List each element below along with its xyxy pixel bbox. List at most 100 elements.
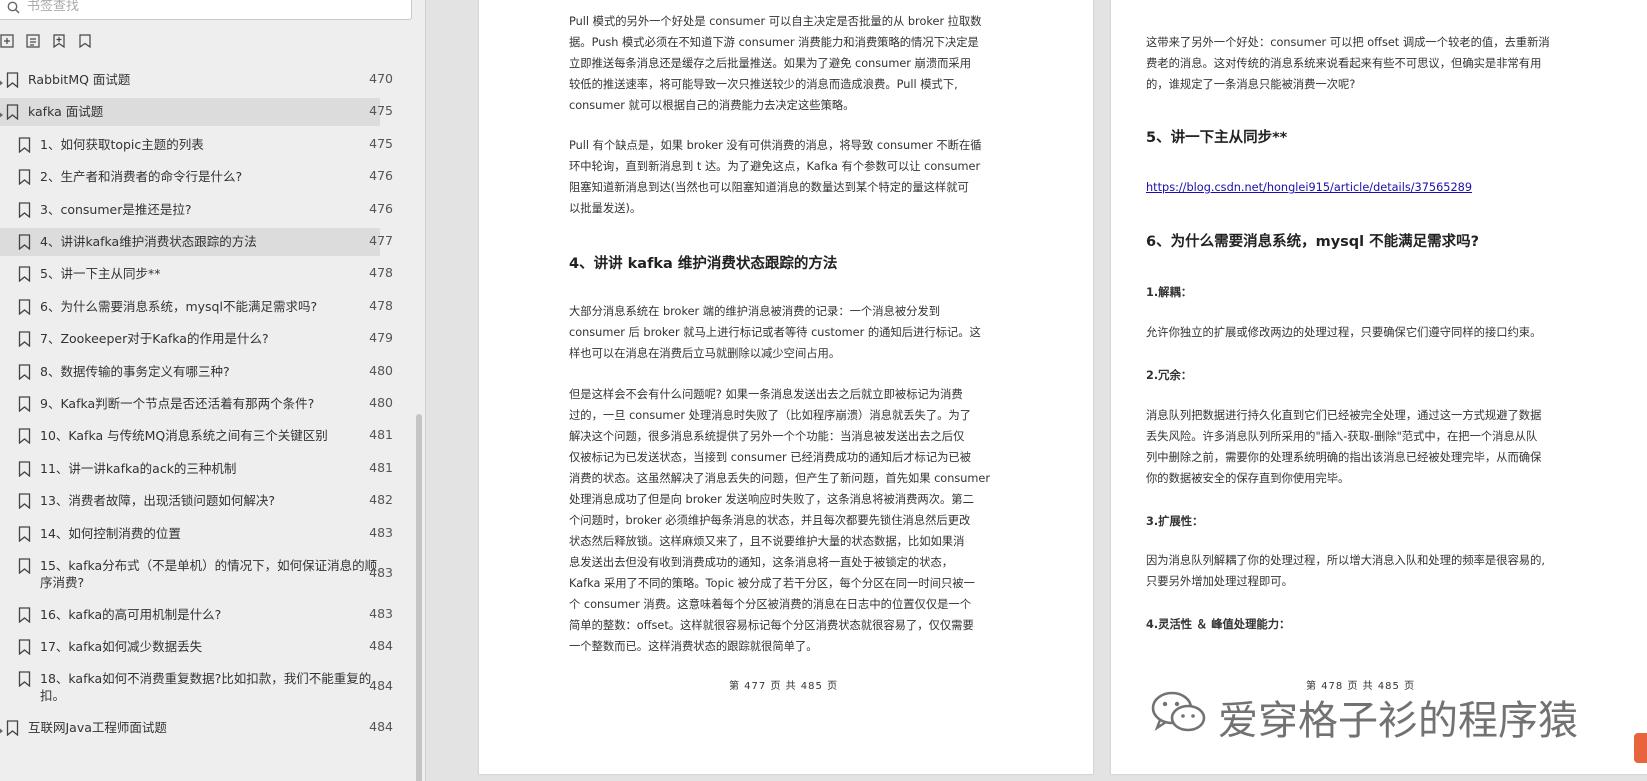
text-line: 处理消息成功了但是向 broker 发送响应时失败了，这条消息将被消费两次。第二 — [569, 493, 974, 506]
bookmark-group[interactable]: kafka 面试题 475 — [0, 98, 393, 126]
text-line: 但是这样会不会有什么问题呢? 如果一条消息发送出去之后就立即被标记为消费 — [569, 388, 963, 401]
collapse-all-icon[interactable] — [22, 30, 44, 52]
bookmark-label-continued: 序消费? — [40, 575, 85, 590]
bookmark-icon — [18, 234, 31, 253]
bookmark-item[interactable]: 16、kafka的高可用机制是什么? 483 — [0, 601, 400, 629]
bookmark-item[interactable]: 11、讲一讲kafka的ack的三种机制 481 — [0, 455, 400, 483]
bookmark-page-number: 476 — [369, 168, 393, 183]
bookmark-icon — [18, 331, 31, 350]
bookmark-item[interactable]: 14、如何控制消费的位置 483 — [0, 520, 400, 548]
bookmark-label-continued: 扣。 — [40, 688, 66, 703]
bookmark-label: 7、Zookeeper对于Kafka的作用是什么? — [40, 331, 269, 346]
bookmark-label: 10、Kafka 与传统MQ消息系统之间有三个关键区别 — [40, 428, 328, 443]
bookmark-label: 1、如何获取topic主题的列表 — [40, 137, 204, 152]
bookmark-page-number: 479 — [369, 330, 393, 345]
text-line: 允许你独立的扩展或修改两边的处理过程，只要确保它们遵守同样的接口约束。 — [1146, 326, 1542, 339]
text-line: 个问题时，broker 必须维护每条消息的状态，并且每次都要先锁住消息然后更改 — [569, 514, 971, 527]
bookmark-label: 17、kafka如何减少数据丢失 — [40, 639, 203, 654]
bookmark-item[interactable]: 2、生产者和消费者的命令行是什么? 476 — [0, 163, 400, 191]
bookmark-label: 13、消费者故障，出现活锁问题如何解决? — [40, 493, 276, 508]
bookmark-icon[interactable] — [74, 30, 96, 52]
page-478: 这带来了另外一个好处：consumer 可以把 offset 调成一个较老的值，… — [1111, 0, 1647, 774]
bookmark-icon — [18, 428, 31, 447]
bookmark-label: 3、consumer是推还是拉? — [40, 202, 192, 217]
sidebar-scrollbar-thumb[interactable] — [416, 414, 422, 781]
bookmark-item[interactable]: 5、讲一下主从同步** 478 — [0, 260, 400, 288]
bookmark-item[interactable]: 3、consumer是推还是拉? 476 — [0, 196, 400, 224]
bookmark-search-box[interactable] — [0, 0, 412, 20]
text-line: consumer 后 broker 就马上进行标记或者等待 customer 的… — [569, 326, 981, 339]
bookmark-icon — [6, 720, 19, 739]
add-bookmark-icon[interactable] — [48, 30, 70, 52]
bookmark-group[interactable]: RabbitMQ 面试题 470 — [0, 66, 400, 94]
bookmark-icon — [18, 526, 31, 545]
bookmark-page-number: 483 — [369, 565, 393, 580]
bookmark-search-input[interactable] — [27, 0, 397, 15]
bookmark-label: 11、讲一讲kafka的ack的三种机制 — [40, 461, 237, 476]
subheading-scalability: 3.扩展性： — [1146, 515, 1204, 528]
text-line: Kafka 采用了不同的策略。Topic 被分成了若干分区，每个分区在同一时间只… — [569, 577, 975, 590]
text-line: 仅被标记为已发送状态，当接到 consumer 已经消费成功的通知后才标记为已被 — [569, 451, 972, 464]
text-line: 列中删除之前，需要你的处理系统明确的指出该消息已经被处理完毕，从而确保 — [1146, 451, 1542, 464]
expand-caret-icon[interactable] — [0, 723, 4, 738]
bookmark-item[interactable]: 6、为什么需要消息系统，mysql不能满足需求吗? 478 — [0, 293, 400, 321]
text-line: 较低的推送速率，将可能导致一次只推送较少的消息而造成浪费。Pull 模式下, — [569, 78, 958, 91]
text-line: 环中轮询，直到新消息到 t 达。为了避免这点，Kafka 有个参数可以让 con… — [569, 160, 981, 173]
bookmark-item[interactable]: 1、如何获取topic主题的列表 475 — [0, 131, 400, 159]
text-line: 大部分消息系统在 broker 端的维护消息被消费的记录：一个消息被分发到 — [569, 305, 941, 318]
text-line: 只要另外增加处理过程即可。 — [1146, 575, 1293, 588]
bookmark-page-number: 478 — [369, 265, 393, 280]
bookmark-item[interactable]: 9、Kafka判断一个节点是否还活着有那两个条件? 480 — [0, 390, 400, 418]
bookmark-icon — [18, 266, 31, 285]
bookmark-label: 5、讲一下主从同步** — [40, 266, 161, 281]
bookmark-page-number: 475 — [369, 103, 393, 118]
expand-all-icon[interactable] — [0, 30, 18, 52]
bookmark-icon — [18, 299, 31, 318]
text-line: 一个整数而已。这样消费状态的跟踪就很简单了。 — [569, 640, 818, 653]
bookmark-item[interactable]: 18、kafka如何不消费重复数据?比如扣款，我们不能重复的 扣。 484 — [0, 665, 400, 709]
text-line: 这带来了另外一个好处：consumer 可以把 offset 调成一个较老的值，… — [1146, 36, 1550, 49]
bookmark-icon — [18, 137, 31, 156]
bookmark-icon — [18, 639, 31, 658]
bookmark-item[interactable]: 13、消费者故障，出现活锁问题如何解决? 482 — [0, 487, 400, 515]
text-line: 解决这个问题，很多消息系统提供了另外一个个功能：当消息被发送出去之后仅 — [569, 430, 965, 443]
text-line: 息发送出去但没有收到消费成功的通知，这条消息将一直处于被锁定的状态， — [569, 556, 954, 569]
reference-link[interactable]: https://blog.csdn.net/honglei915/article… — [1146, 181, 1472, 194]
bookmark-label: 18、kafka如何不消费重复数据?比如扣款，我们不能重复的 — [40, 671, 372, 686]
bookmark-item[interactable]: 17、kafka如何减少数据丢失 484 — [0, 633, 400, 661]
bookmark-group[interactable]: 互联网Java工程师面试题 484 — [0, 714, 400, 742]
bookmark-label: 16、kafka的高可用机制是什么? — [40, 607, 222, 622]
text-line: 以批量发送)。 — [569, 202, 642, 215]
bookmark-item[interactable]: 15、kafka分布式（不是单机）的情况下，如何保证消息的顺 序消费? 483 — [0, 552, 400, 596]
page-footer: 第 477 页 共 485 页 — [729, 681, 839, 692]
expand-caret-icon[interactable] — [0, 107, 4, 122]
bookmark-page-number: 484 — [369, 638, 393, 653]
text-line: 个 consumer 消费。这意味着每个分区被消费的消息在日志中的位置仅仅是一个 — [569, 598, 972, 611]
text-line: 的，谁规定了一条消息只能被消费一次呢? — [1146, 78, 1356, 91]
bookmark-item[interactable]: 4、讲讲kafka维护消费状态跟踪的方法 477 — [0, 228, 393, 256]
section-heading-6: 6、为什么需要消息系统，mysql 不能满足需求吗? — [1146, 234, 1480, 250]
watermark-text: 爱穿格子衫的程序猿 — [1218, 698, 1578, 744]
wechat-icon — [1150, 690, 1208, 744]
bookmark-icon — [18, 169, 31, 188]
bookmark-label: 9、Kafka判断一个节点是否还活着有那两个条件? — [40, 396, 315, 411]
bookmark-page-number: 480 — [369, 395, 393, 410]
bookmark-item[interactable]: 8、数据传输的事务定义有哪三种? 480 — [0, 358, 400, 386]
text-line: 丢失风险。许多消息队列所采用的"插入-获取-删除"范式中，在把一个消息从队 — [1146, 430, 1538, 443]
bookmark-icon — [18, 493, 31, 512]
bookmark-label: 4、讲讲kafka维护消费状态跟踪的方法 — [40, 234, 257, 249]
bookmark-icon — [18, 364, 31, 383]
bookmark-item[interactable]: 7、Zookeeper对于Kafka的作用是什么? 479 — [0, 325, 400, 353]
bookmark-label: kafka 面试题 — [28, 104, 104, 119]
bookmark-page-number: 478 — [369, 298, 393, 313]
bookmark-page-number: 480 — [369, 363, 393, 378]
section-heading-4: 4、讲讲 kafka 维护消费状态跟踪的方法 — [569, 256, 838, 272]
bookmark-label: 6、为什么需要消息系统，mysql不能满足需求吗? — [40, 299, 318, 314]
document-viewer[interactable]: Pull 模式的另外一个好处是 consumer 可以自主决定是否批量的从 br… — [426, 0, 1647, 781]
bookmark-sidebar: RabbitMQ 面试题470 kafka 面试题 475 1、如何获取topic主题… — [0, 0, 425, 781]
bookmark-label: 2、生产者和消费者的命令行是什么? — [40, 169, 243, 184]
bookmark-icon — [18, 607, 31, 626]
expand-caret-icon[interactable] — [0, 75, 4, 90]
bookmark-item[interactable]: 10、Kafka 与传统MQ消息系统之间有三个关键区别 481 — [0, 422, 400, 450]
bookmark-page-number: 483 — [369, 606, 393, 621]
